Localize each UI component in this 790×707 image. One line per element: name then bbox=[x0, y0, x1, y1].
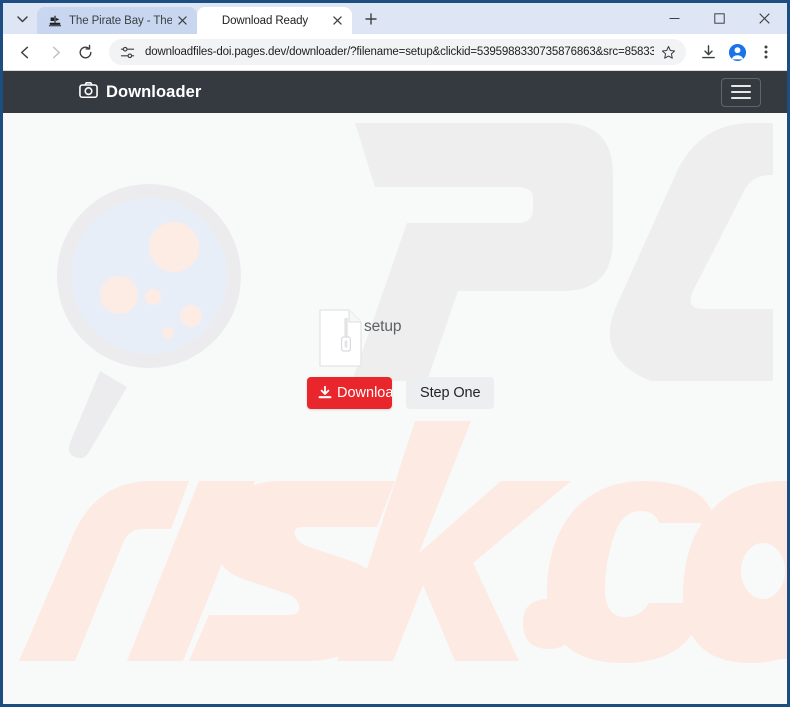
download-button[interactable]: Download bbox=[307, 377, 392, 409]
browser-window: The Pirate Bay - The galaxy's m Download… bbox=[3, 3, 787, 704]
three-dot-menu-icon[interactable] bbox=[753, 39, 779, 65]
new-tab-button[interactable] bbox=[358, 6, 384, 32]
tab-download-ready[interactable]: Download Ready bbox=[197, 7, 352, 34]
file-name: setup bbox=[364, 318, 402, 335]
tab-title: Download Ready bbox=[221, 14, 309, 27]
tab-title: The Pirate Bay - The galaxy's m bbox=[69, 14, 172, 27]
browser-toolbar: downloadfiles-doi.pages.dev/downloader/?… bbox=[3, 34, 787, 71]
minimize-button[interactable] bbox=[652, 3, 697, 34]
camera-icon bbox=[79, 81, 98, 103]
hamburger-bar bbox=[731, 85, 751, 87]
address-bar[interactable]: downloadfiles-doi.pages.dev/downloader/?… bbox=[109, 39, 686, 65]
file-row: setup bbox=[319, 309, 567, 371]
brand-text: Downloader bbox=[106, 82, 202, 101]
downloads-icon[interactable] bbox=[695, 39, 721, 65]
hamburger-bar bbox=[731, 97, 751, 99]
download-arrow-icon bbox=[318, 386, 332, 400]
page-viewport: Downloader setup Downlo Step One bbox=[3, 71, 787, 704]
button-row: Download Step One bbox=[307, 377, 567, 409]
forward-arrow-icon[interactable] bbox=[41, 38, 69, 66]
tab-the-pirate-bay[interactable]: The Pirate Bay - The galaxy's m bbox=[37, 7, 197, 34]
site-navbar: Downloader bbox=[3, 71, 787, 113]
hamburger-bar bbox=[731, 91, 751, 93]
step-one-button[interactable]: Step One bbox=[406, 377, 495, 409]
hamburger-menu-icon[interactable] bbox=[721, 77, 761, 107]
close-icon[interactable] bbox=[174, 12, 191, 29]
window-controls bbox=[652, 3, 787, 34]
pirate-ship-icon bbox=[47, 13, 62, 28]
screenshot-frame: The Pirate Bay - The galaxy's m Download… bbox=[0, 0, 790, 707]
zip-archive-file-icon bbox=[319, 309, 362, 367]
reload-icon[interactable] bbox=[71, 38, 99, 66]
brand-logo[interactable]: Downloader bbox=[79, 81, 202, 103]
maximize-button[interactable] bbox=[697, 3, 742, 34]
page-content: setup Download Step On bbox=[3, 113, 787, 704]
star-icon[interactable] bbox=[658, 42, 678, 62]
back-arrow-icon[interactable] bbox=[11, 38, 39, 66]
download-card: setup Download Step On bbox=[307, 309, 567, 409]
tab-search-button[interactable] bbox=[9, 6, 35, 32]
url-text: downloadfiles-doi.pages.dev/downloader/?… bbox=[145, 46, 654, 58]
close-icon[interactable] bbox=[329, 12, 346, 29]
tune-icon[interactable] bbox=[119, 44, 136, 61]
profile-avatar-icon[interactable] bbox=[724, 39, 750, 65]
close-window-button[interactable] bbox=[742, 3, 787, 34]
download-button-label: Download bbox=[337, 385, 392, 401]
tab-strip: The Pirate Bay - The galaxy's m Download… bbox=[3, 3, 787, 34]
